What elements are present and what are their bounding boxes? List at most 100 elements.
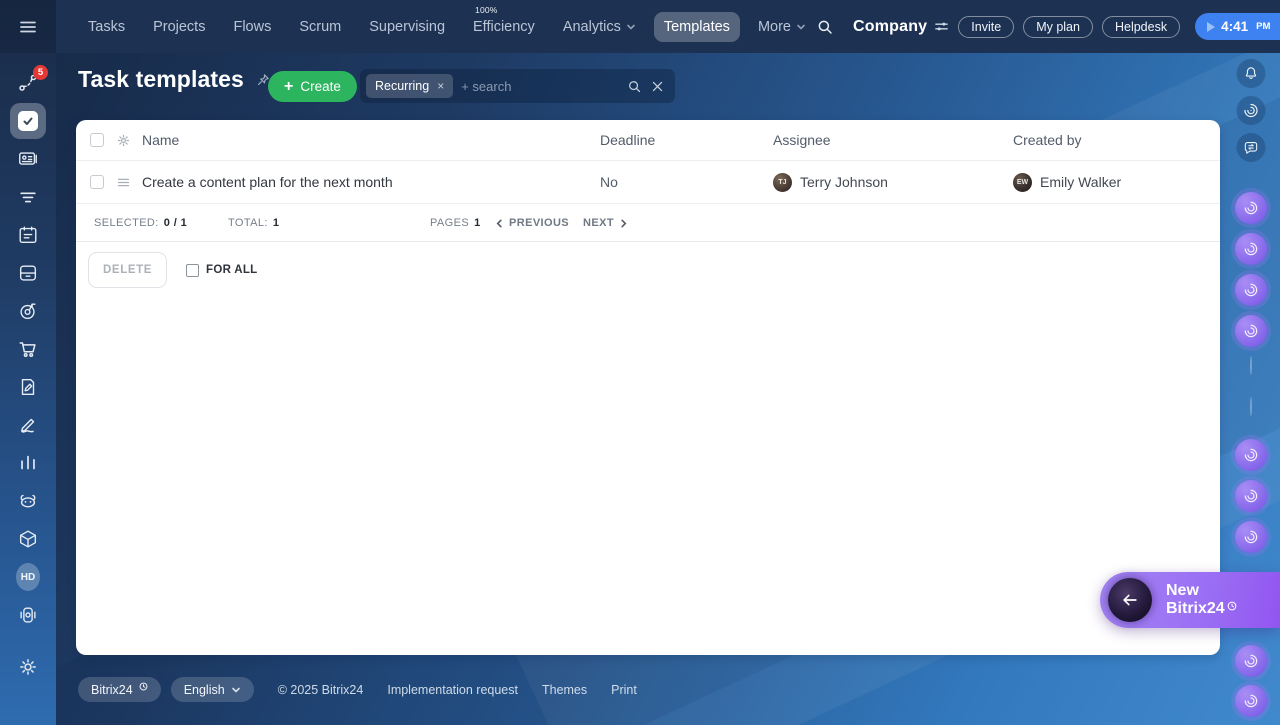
page-footer: Bitrix24 English © 2025 Bitrix24 Impleme…: [78, 677, 637, 702]
copilot-shortcut-icon[interactable]: [1235, 315, 1267, 347]
copilot-shortcut-icon[interactable]: [1235, 521, 1267, 553]
copilot-shortcut-icon[interactable]: [1235, 192, 1267, 224]
template-name-cell[interactable]: Create a content plan for the next month: [142, 174, 600, 190]
row-menu-icon[interactable]: [116, 175, 131, 190]
clear-search-icon[interactable]: [650, 79, 665, 94]
language-selector[interactable]: English: [170, 677, 254, 702]
copilot-shortcut-icon[interactable]: [1235, 274, 1267, 306]
chevron-down-icon: [797, 24, 805, 30]
page-header: Task templates: [78, 66, 271, 93]
marketing-icon[interactable]: [16, 299, 40, 323]
table-row[interactable]: Create a content plan for the next month…: [76, 161, 1220, 204]
created-by-cell[interactable]: EW Emily Walker: [1013, 172, 1220, 192]
nav-projects[interactable]: Projects: [143, 12, 215, 42]
for-all-checkbox[interactable]: [186, 263, 199, 277]
market-box-icon[interactable]: [16, 527, 40, 551]
my-plan-button[interactable]: My plan: [1023, 15, 1093, 38]
search-input[interactable]: [453, 78, 627, 94]
filter-chip-recurring[interactable]: Recurring ×: [366, 74, 454, 98]
bi-chart-icon[interactable]: [16, 451, 40, 475]
e-sign-icon[interactable]: [16, 413, 40, 437]
copilot-shortcut-icon[interactable]: [1235, 645, 1267, 677]
clock-icon: [139, 682, 148, 691]
column-header-assignee[interactable]: Assignee: [773, 132, 1013, 148]
search-icon[interactable]: [627, 79, 642, 94]
select-all-checkbox[interactable]: [90, 133, 104, 147]
recent-contact-avatar[interactable]: [1250, 397, 1252, 416]
copyright-text: © 2025 Bitrix24: [277, 682, 364, 697]
company-selector[interactable]: Company: [853, 18, 949, 36]
copilot-shortcut-icon[interactable]: [1235, 439, 1267, 471]
nav-templates[interactable]: Templates: [653, 11, 740, 42]
templates-table-panel: Name Deadline Assignee Created by Create…: [76, 120, 1220, 655]
implementation-request-link[interactable]: Implementation request: [387, 683, 518, 697]
create-button[interactable]: + Create: [268, 71, 357, 102]
hd-video-badge[interactable]: HD: [16, 563, 40, 591]
main-nav: Tasks Projects Flows Scrum Supervising 1…: [56, 5, 816, 42]
row-checkbox[interactable]: [90, 175, 104, 189]
print-link[interactable]: Print: [611, 683, 637, 697]
nav-flows[interactable]: Flows: [223, 12, 281, 42]
previous-page-button[interactable]: PREVIOUS: [495, 204, 569, 242]
helpdesk-button[interactable]: Helpdesk: [1101, 15, 1181, 38]
arrow-left-icon[interactable]: [1108, 578, 1152, 622]
feed-icon[interactable]: [16, 185, 40, 209]
nav-tasks[interactable]: Tasks: [78, 12, 135, 42]
left-sidebar-rail: 5 HD: [10, 53, 48, 679]
bitrix24-brand-button[interactable]: Bitrix24: [78, 677, 161, 702]
crm-card-icon[interactable]: [16, 147, 40, 171]
drive-icon[interactable]: [16, 261, 40, 285]
calendar-icon[interactable]: [16, 223, 40, 247]
tasks-icon[interactable]: [10, 103, 46, 139]
chevron-left-icon: [496, 219, 502, 227]
nav-supervising[interactable]: Supervising: [359, 12, 455, 42]
themes-link[interactable]: Themes: [542, 683, 587, 697]
pages-label: PAGES: [430, 217, 470, 229]
copilot-shortcut-icon[interactable]: [1235, 233, 1267, 265]
page-title: Task templates: [78, 66, 244, 92]
delete-button[interactable]: DELETE: [88, 252, 167, 288]
assignee-cell[interactable]: TJ Terry Johnson: [773, 172, 1013, 192]
flows-icon[interactable]: 5: [16, 65, 48, 95]
recent-contact-avatar[interactable]: [1250, 356, 1252, 375]
hamburger-menu-icon[interactable]: [0, 0, 56, 53]
invite-button[interactable]: Invite: [958, 15, 1015, 38]
messenger-icon[interactable]: [1236, 133, 1266, 162]
column-header-created-by[interactable]: Created by: [1013, 132, 1220, 148]
play-icon: [1207, 21, 1216, 32]
search-icon[interactable]: [816, 18, 834, 36]
time-tracker-button[interactable]: 4:41 PM: [1195, 13, 1280, 40]
copilot-shortcut-icon[interactable]: [1235, 685, 1267, 717]
remove-chip-icon[interactable]: ×: [437, 79, 444, 93]
new-bitrix24-banner[interactable]: New Bitrix24: [1100, 572, 1280, 628]
nav-analytics[interactable]: Analytics: [553, 12, 646, 42]
creator-avatar: EW: [1013, 172, 1032, 192]
left-sidebar: 5 HD: [0, 0, 56, 725]
ai-robot-icon[interactable]: [16, 489, 40, 513]
device-icon[interactable]: [16, 603, 40, 627]
for-all-toggle[interactable]: FOR ALL: [186, 263, 258, 277]
sign-doc-icon[interactable]: [16, 375, 40, 399]
nav-efficiency[interactable]: 100% Efficiency: [463, 5, 545, 42]
shop-cart-icon[interactable]: [16, 337, 40, 361]
clock-icon: [1227, 601, 1237, 611]
column-header-deadline[interactable]: Deadline: [600, 132, 773, 148]
pages-value: 1: [474, 217, 481, 229]
selected-label: SELECTED:: [94, 217, 159, 229]
notification-count-badge: 5: [33, 65, 48, 80]
plus-icon: +: [284, 77, 294, 95]
banner-line1: New: [1166, 581, 1199, 599]
column-header-name[interactable]: Name: [142, 132, 600, 148]
column-settings-gear-icon[interactable]: [116, 133, 131, 148]
selected-value: 0 / 1: [163, 217, 188, 229]
notifications-bell-icon[interactable]: [1236, 59, 1266, 88]
next-page-button[interactable]: NEXT: [583, 204, 628, 242]
filter-search-bar[interactable]: Recurring ×: [360, 69, 675, 103]
nav-scrum[interactable]: Scrum: [289, 12, 351, 42]
topbar-right-cluster: Company Invite My plan Helpdesk 4:41 PM: [816, 13, 1280, 40]
copilot-shortcut-icon[interactable]: [1235, 480, 1267, 512]
table-header-row: Name Deadline Assignee Created by: [76, 120, 1220, 161]
nav-more[interactable]: More: [748, 12, 816, 42]
settings-gear-icon[interactable]: [16, 655, 40, 679]
copilot-icon[interactable]: [1236, 96, 1266, 125]
